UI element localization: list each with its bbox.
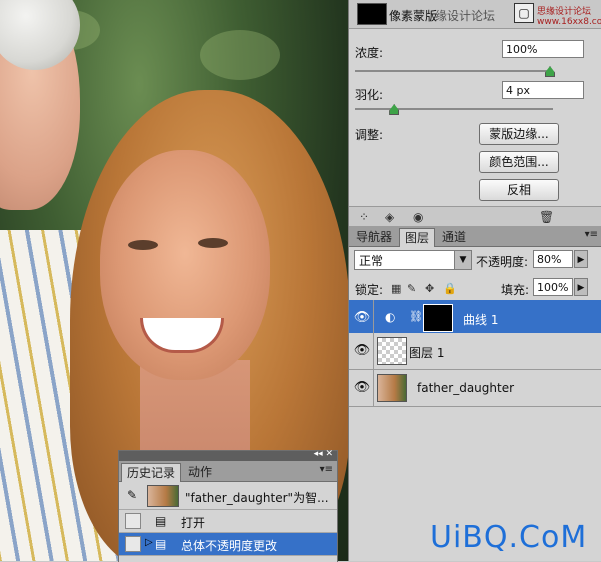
fill-arrow-icon[interactable]: ▶ (574, 278, 588, 296)
history-panel: ◂◂ ✕ 历史记录 动作 ▾≡ ✎ "father_daughter"为智...… (118, 449, 338, 562)
feather-slider-thumb[interactable] (389, 104, 400, 115)
trash-icon[interactable]: 🗑 (539, 210, 554, 224)
history-state-arrow-icon: ▷ (145, 537, 153, 548)
blend-mode-select[interactable]: 正常 ▼ (354, 250, 472, 270)
adjust-label: 调整: (355, 128, 384, 142)
opacity-input[interactable]: 80% (533, 250, 573, 268)
mask-thumbnail[interactable] (357, 3, 387, 25)
woman-eye-right (198, 238, 228, 248)
layer-thumbnail[interactable] (377, 337, 407, 365)
feather-label: 羽化: (355, 88, 384, 102)
adjustment-layer-icon: ◐ (385, 310, 396, 324)
blend-mode-value: 正常 (359, 254, 384, 268)
panel-menu-icon[interactable]: ▾≡ (320, 464, 333, 475)
history-brush-icon[interactable]: ✎ (127, 488, 137, 502)
chevron-down-icon[interactable]: ▼ (454, 251, 471, 269)
history-item-label: 总体不透明度更改 (181, 539, 278, 553)
layer-row-background[interactable]: 👁 father_daughter (349, 370, 601, 407)
density-label: 浓度: (355, 46, 384, 60)
fill-label: 填充: (501, 283, 530, 297)
feather-slider[interactable] (355, 104, 553, 115)
collapse-icon[interactable]: ◂◂ ✕ (314, 449, 333, 459)
history-snapshot[interactable]: ✎ "father_daughter"为智... (119, 483, 337, 510)
fill-input[interactable]: 100% (533, 278, 573, 296)
selection-from-mask-icon[interactable]: ⁘ (359, 210, 369, 224)
mask-title-overlay: 缘设计论坛 (435, 9, 496, 23)
history-step-icon: ▤ (155, 514, 167, 528)
masks-bottom-toolbar: ⁘ ◈ ◉ 🗑 (349, 206, 601, 227)
lock-paint-icon[interactable]: ✎ (407, 282, 416, 295)
tab-navigator[interactable]: 导航器 (351, 228, 397, 246)
woman-eye-left (128, 240, 158, 250)
color-range-button[interactable]: 颜色范围... (479, 151, 559, 173)
background-bokeh (200, 30, 280, 80)
masks-panel: 像素蒙版 缘设计论坛 ▢ 思缘设计论坛 www.16xx8.com 浓度: 10… (348, 0, 601, 227)
layers-tab-bar: 导航器 图层 通道 ▾≡ (349, 226, 601, 247)
density-slider-thumb[interactable] (545, 66, 555, 77)
layer-thumbnail[interactable] (377, 374, 407, 402)
feather-input[interactable]: 4 px (502, 81, 584, 99)
mask-edge-button[interactable]: 蒙版边缘... (479, 123, 559, 145)
layer-name: 曲线 1 (463, 313, 499, 327)
visibility-eye-icon[interactable]: ◉ (413, 210, 423, 224)
snapshot-thumbnail (147, 485, 179, 507)
history-item-open[interactable]: ▤ 打开 (119, 510, 337, 533)
mask-title: 像素蒙版 (389, 9, 438, 23)
density-slider[interactable] (355, 66, 555, 77)
history-titlebar[interactable]: ◂◂ ✕ (119, 449, 337, 461)
lock-all-icon[interactable]: 🔒 (443, 282, 457, 295)
watermark: UiBQ.CoM (430, 520, 588, 555)
opacity-arrow-icon[interactable]: ▶ (574, 250, 588, 268)
layer-row-layer1[interactable]: 👁 图层 1 (349, 333, 601, 370)
history-step-icon: ▤ (155, 537, 167, 551)
eye-icon[interactable]: 👁 (353, 342, 371, 360)
history-item-opacity-change[interactable]: ▷ ▤ 总体不透明度更改 (119, 533, 337, 556)
layer-row-curves[interactable]: 👁 ◐ ⛓ 曲线 1 (349, 300, 601, 337)
snapshot-name: "father_daughter"为智... (185, 491, 329, 505)
apply-mask-icon[interactable]: ◈ (385, 210, 394, 224)
lock-label: 锁定: (355, 283, 384, 297)
lock-transparent-icon[interactable]: ▦ (391, 282, 401, 295)
history-tab-bar: 历史记录 动作 ▾≡ (119, 461, 337, 482)
panel-menu-icon[interactable]: ▾≡ (585, 229, 598, 240)
chain-link-icon[interactable]: ⛓ (409, 310, 423, 323)
history-checkbox[interactable] (125, 536, 141, 552)
tab-actions[interactable]: 动作 (183, 463, 217, 481)
invert-button[interactable]: 反相 (479, 179, 559, 201)
eye-icon[interactable]: 👁 (353, 379, 371, 397)
vector-mask-icon[interactable]: ▢ (514, 3, 534, 23)
layer-name: 图层 1 (409, 346, 445, 360)
history-item-label: 打开 (181, 516, 206, 530)
site-watermark: 思缘设计论坛 www.16xx8.com (537, 7, 601, 27)
layers-panel: 导航器 图层 通道 ▾≡ 正常 ▼ 不透明度: 80% ▶ 锁定: ▦ ✎ ✥ … (348, 226, 601, 561)
layer-name: father_daughter (417, 381, 515, 395)
tab-layers[interactable]: 图层 (399, 228, 436, 247)
opacity-label: 不透明度: (476, 255, 529, 269)
layer-mask-thumbnail[interactable] (423, 304, 453, 332)
density-input[interactable]: 100% (502, 40, 584, 58)
lock-position-icon[interactable]: ✥ (425, 282, 434, 295)
eye-icon[interactable]: 👁 (353, 309, 371, 327)
history-checkbox[interactable] (125, 513, 141, 529)
tab-channels[interactable]: 通道 (437, 228, 471, 246)
tab-history[interactable]: 历史记录 (121, 463, 182, 482)
